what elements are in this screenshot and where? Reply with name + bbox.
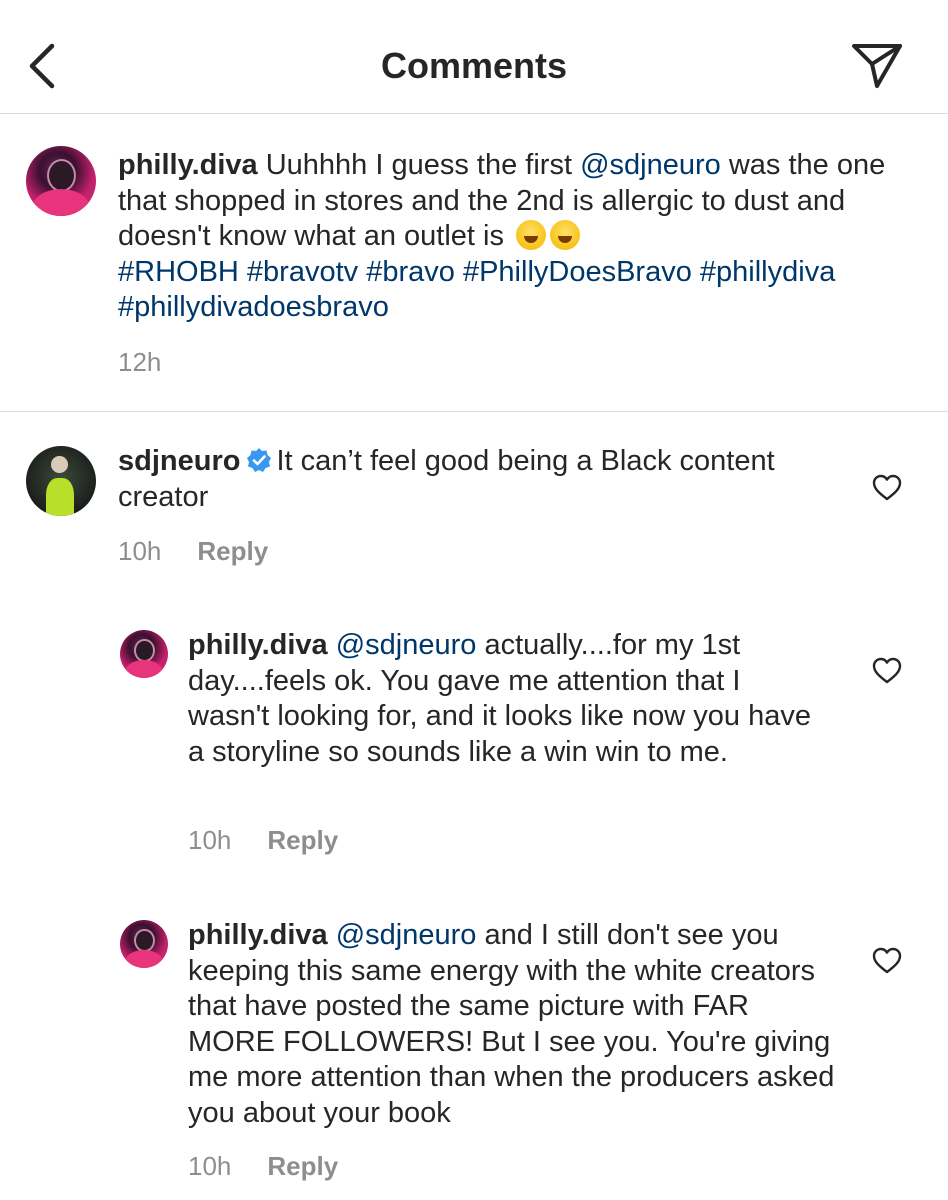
verified-badge-icon bbox=[247, 448, 272, 472]
page-title: Comments bbox=[380, 45, 568, 86]
comment-timestamp: 10h bbox=[188, 825, 232, 855]
reply-button[interactable]: Reply bbox=[267, 1151, 338, 1181]
avatar[interactable] bbox=[26, 146, 96, 216]
comments-screen: Comments philly.diva Uuhhhh I guess the … bbox=[0, 0, 948, 1200]
avatar[interactable] bbox=[26, 446, 96, 516]
caption-timestamp: 12h bbox=[118, 347, 162, 377]
reply-button[interactable]: Reply bbox=[267, 825, 338, 855]
comment-username[interactable]: sdjneuro bbox=[118, 445, 240, 477]
caption-body-1: Uuhhhh I guess the first bbox=[257, 149, 581, 181]
comment-text: sdjneuro It can’t feel good being a Black… bbox=[118, 444, 818, 515]
like-heart-icon[interactable] bbox=[872, 947, 902, 975]
caption-mention[interactable]: @sdjneuro bbox=[580, 149, 721, 181]
like-heart-icon[interactable] bbox=[872, 474, 902, 502]
caption-text: philly.diva Uuhhhh I guess the first @sd… bbox=[118, 148, 918, 326]
reply-button[interactable]: Reply bbox=[197, 536, 268, 566]
like-heart-icon[interactable] bbox=[872, 657, 902, 685]
avatar[interactable] bbox=[120, 920, 168, 968]
comment-username[interactable]: philly.diva bbox=[188, 919, 328, 951]
comment-mention[interactable]: @sdjneuro bbox=[336, 629, 477, 661]
comment-username[interactable]: philly.diva bbox=[188, 629, 328, 661]
comment-timestamp: 10h bbox=[118, 536, 162, 566]
hashtag[interactable]: #phillydiva bbox=[700, 256, 835, 288]
comment-meta: 10h Reply bbox=[118, 536, 268, 566]
comment-mention[interactable]: @sdjneuro bbox=[336, 919, 477, 951]
avatar[interactable] bbox=[120, 630, 168, 678]
comment-timestamp: 10h bbox=[188, 1151, 232, 1181]
comment-meta: 10h Reply bbox=[188, 825, 338, 855]
hashtag[interactable]: #phillydivadoesbravo bbox=[118, 291, 389, 323]
hashtag[interactable]: #bravotv bbox=[247, 256, 358, 288]
comment-text: philly.diva @sdjneuro actually....for my… bbox=[188, 628, 828, 770]
share-button[interactable] bbox=[848, 40, 906, 90]
hashtag[interactable]: #RHOBH bbox=[118, 256, 239, 288]
post-caption: philly.diva Uuhhhh I guess the first @sd… bbox=[0, 114, 948, 412]
comment-meta: 10h Reply bbox=[188, 1151, 338, 1181]
header-bar: Comments bbox=[0, 0, 948, 114]
hashtag[interactable]: #bravo bbox=[366, 256, 455, 288]
grinning-squinting-face-emoji bbox=[550, 220, 581, 250]
grinning-squinting-face-emoji bbox=[516, 220, 547, 250]
caption-username[interactable]: philly.diva bbox=[118, 149, 258, 181]
hashtag[interactable]: #PhillyDoesBravo bbox=[463, 256, 692, 288]
paper-plane-icon bbox=[852, 44, 902, 88]
comment-text: philly.diva @sdjneuro and I still don't … bbox=[188, 918, 838, 1131]
